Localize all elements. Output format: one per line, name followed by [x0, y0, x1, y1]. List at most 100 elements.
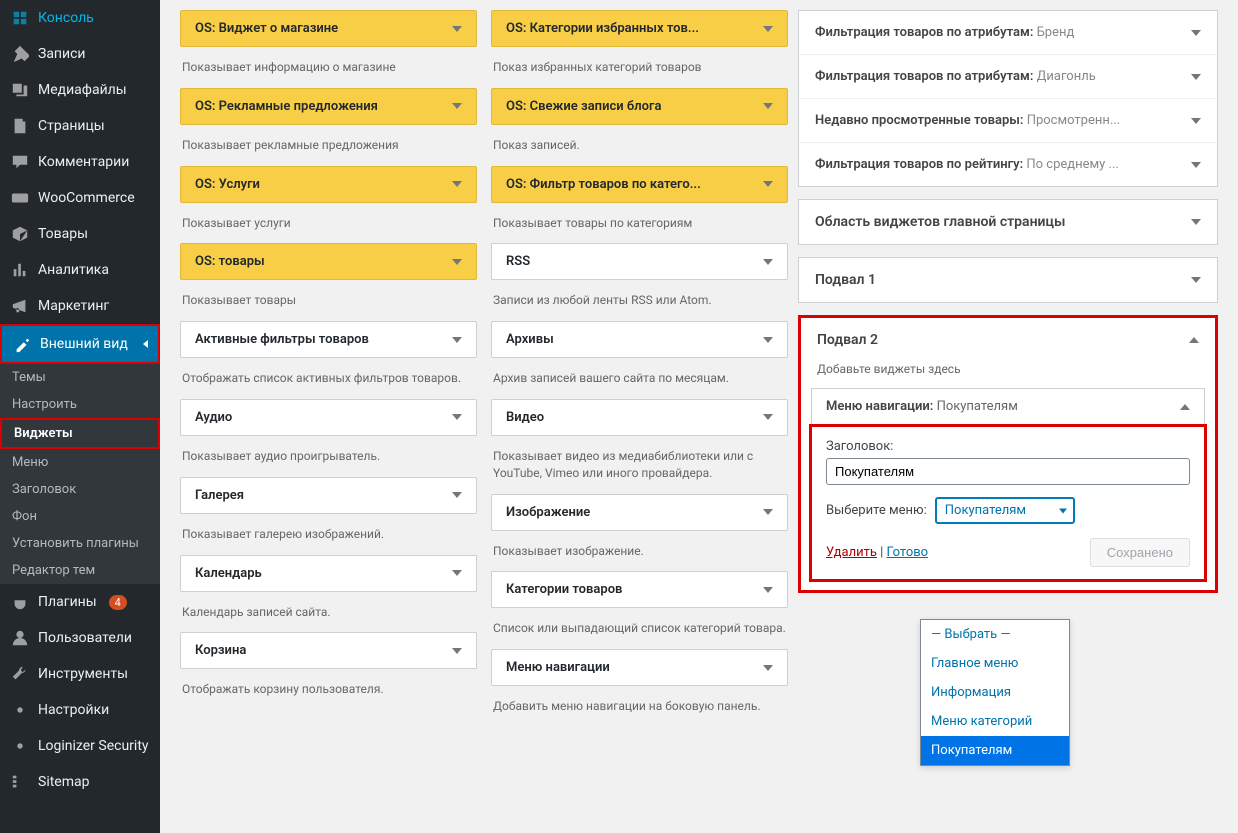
widget-description: Список или выпадающий список категорий т… — [491, 620, 788, 637]
update-badge: 4 — [109, 595, 127, 610]
submenu-item[interactable]: Настроить — [0, 391, 160, 418]
widget-description: Добавить меню навигации на боковую панел… — [491, 698, 788, 715]
menu-label: Маркетинг — [38, 298, 109, 314]
available-widget[interactable]: OS: Свежие записи блога — [491, 88, 788, 125]
done-link[interactable]: Готово — [887, 545, 929, 560]
submenu-item[interactable]: Установить плагины — [0, 530, 160, 557]
available-widget[interactable]: OS: Виджет о магазине — [180, 10, 477, 47]
select-menu-label: Выберите меню: — [826, 503, 927, 518]
menu-label: Консоль — [38, 10, 94, 26]
chevron-down-icon — [452, 26, 462, 32]
available-widget[interactable]: Активные фильтры товаров — [180, 321, 477, 358]
available-widget[interactable]: Календарь — [180, 555, 477, 592]
footer1-area[interactable]: Подвал 1 — [798, 257, 1218, 303]
pin-icon — [10, 44, 30, 64]
submenu-item[interactable]: Виджеты — [0, 418, 160, 449]
area-title: Область виджетов главной страницы — [815, 214, 1065, 230]
available-widget[interactable]: OS: Фильтр товаров по катего... — [491, 166, 788, 203]
area-subtitle: Добавьте виджеты здесь — [801, 362, 1215, 388]
submenu-item[interactable]: Темы — [0, 364, 160, 391]
available-widget[interactable]: Видео — [491, 399, 788, 436]
widget-description: Отображать список активных фильтров това… — [180, 370, 477, 387]
menu-item-pages[interactable]: Страницы — [0, 108, 160, 144]
widget-title: OS: Услуги — [195, 177, 260, 192]
chevron-down-icon — [763, 587, 773, 593]
menu-item-users[interactable]: Пользователи — [0, 620, 160, 656]
available-widget[interactable]: Архивы — [491, 321, 788, 358]
chevron-down-icon — [1191, 162, 1201, 168]
submenu-item[interactable]: Фон — [0, 503, 160, 530]
menu-item-sitemap[interactable]: Sitemap — [0, 764, 160, 800]
placed-widget[interactable]: Фильтрация товаров по рейтингу: По средн… — [799, 143, 1217, 186]
menu-item-analytics[interactable]: Аналитика — [0, 252, 160, 288]
dropdown-option[interactable]: — Выбрать — — [921, 620, 1069, 649]
admin-sidebar: Консоль Записи МедиафайлыСтраницыКомментар… — [0, 0, 160, 833]
available-widget[interactable]: Изображение — [491, 494, 788, 531]
menu-item-plugins[interactable]: Плагины 4 — [0, 584, 160, 620]
menu-item-appearance[interactable]: Внешний вид — [0, 324, 160, 364]
menu-item-security[interactable]: Loginizer Security — [0, 728, 160, 764]
available-widget[interactable]: OS: Услуги — [180, 166, 477, 203]
main-page-widgets-area[interactable]: Область виджетов главной страницы — [798, 199, 1218, 245]
widget-description: Отображать корзину пользователя. — [180, 681, 477, 698]
menu-label: Настройки — [38, 702, 109, 718]
chevron-down-icon — [1191, 74, 1201, 80]
dropdown-option[interactable]: Покупателям — [921, 736, 1069, 765]
media-icon — [10, 80, 30, 100]
submenu-item[interactable]: Меню — [0, 449, 160, 476]
dropdown-option[interactable]: Меню категорий — [921, 707, 1069, 736]
delete-link[interactable]: Удалить — [826, 545, 877, 560]
available-widget[interactable]: OS: товары — [180, 243, 477, 280]
select-menu-dropdown[interactable]: Покупателям — [935, 497, 1075, 524]
title-input[interactable] — [826, 458, 1190, 485]
available-widget[interactable]: Галерея — [180, 477, 477, 514]
chevron-down-icon — [452, 648, 462, 654]
menu-item-media[interactable]: Медиафайлы — [0, 72, 160, 108]
chevron-down-icon — [452, 337, 462, 343]
submenu-item[interactable]: Заголовок — [0, 476, 160, 503]
dashboard-icon — [10, 8, 30, 28]
available-widget[interactable]: OS: Категории избранных тов... — [491, 10, 788, 47]
dropdown-option[interactable]: Информация — [921, 678, 1069, 707]
menu-item-woo[interactable]: WooCommerce — [0, 180, 160, 216]
menu-item-dashboard[interactable]: Консоль — [0, 0, 160, 36]
menu-label: Записи — [38, 46, 86, 62]
available-widget[interactable]: Аудио — [180, 399, 477, 436]
footer2-header[interactable]: Подвал 2 — [801, 318, 1215, 362]
available-widget[interactable]: Категории товаров — [491, 571, 788, 608]
menu-label: Sitemap — [38, 774, 89, 790]
placed-widget[interactable]: Недавно просмотренные товары: Просмотрен… — [799, 99, 1217, 143]
menu-item-settings[interactable]: Настройки — [0, 692, 160, 728]
available-widget[interactable]: OS: Рекламные предложения — [180, 88, 477, 125]
menu-item-marketing[interactable]: Маркетинг — [0, 288, 160, 324]
menu-label: Аналитика — [38, 262, 109, 278]
placed-widget[interactable]: Фильтрация товаров по атрибутам: Диагонл… — [799, 55, 1217, 99]
chevron-down-icon — [1191, 118, 1201, 124]
area-title: Подвал 1 — [815, 272, 876, 288]
available-widget[interactable]: RSS — [491, 243, 788, 280]
chevron-down-icon — [1191, 30, 1201, 36]
menu-item-product[interactable]: Товары — [0, 216, 160, 252]
nav-menu-widget: Меню навигации: Покупателям Заголовок: В… — [811, 388, 1205, 580]
chevron-up-icon — [1180, 404, 1190, 410]
menu-item-pin[interactable]: Записи — [0, 36, 160, 72]
widget-name: Фильтрация товаров по атрибутам: — [815, 69, 1033, 84]
widget-title: Изображение — [506, 505, 590, 520]
placed-widget[interactable]: Фильтрация товаров по атрибутам: Бренд — [799, 11, 1217, 55]
widget-title: Корзина — [195, 643, 246, 658]
chevron-down-icon — [452, 492, 462, 498]
tools-icon — [10, 664, 30, 684]
widget-description: Показывает услуги — [180, 215, 477, 232]
widget-title: OS: Категории избранных тов... — [506, 21, 699, 36]
submenu-item[interactable]: Редактор тем — [0, 557, 160, 584]
menu-item-comment[interactable]: Комментарии — [0, 144, 160, 180]
widget-name: Фильтрация товаров по рейтингу: — [815, 157, 1023, 172]
menu-label: Плагины — [38, 594, 97, 610]
widget-header[interactable]: Меню навигации: Покупателям — [812, 389, 1204, 424]
widget-title: Меню навигации — [506, 660, 610, 675]
available-widget[interactable]: Меню навигации — [491, 649, 788, 686]
available-widget[interactable]: Корзина — [180, 632, 477, 669]
menu-item-tools[interactable]: Инструменты — [0, 656, 160, 692]
dropdown-option[interactable]: Главное меню — [921, 649, 1069, 678]
users-icon — [10, 628, 30, 648]
